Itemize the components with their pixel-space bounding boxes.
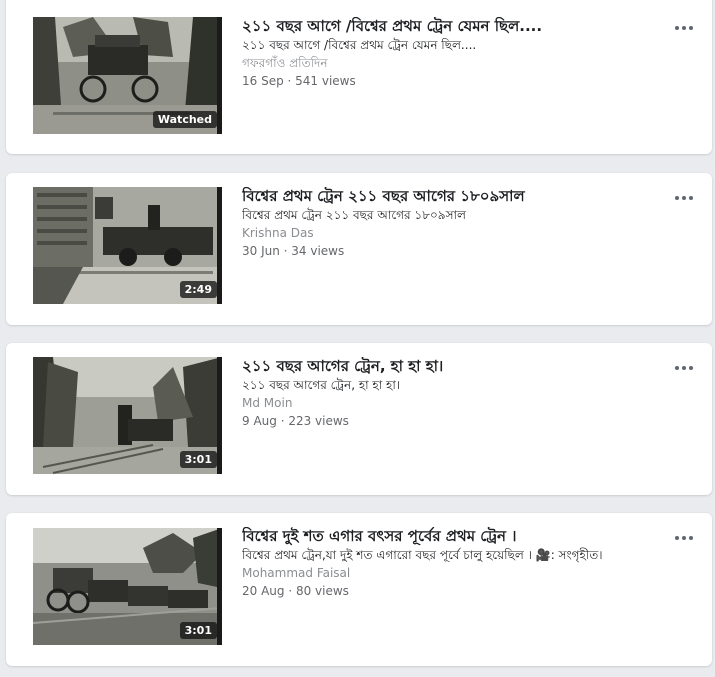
more-options-icon[interactable] — [672, 190, 696, 206]
video-card[interactable]: 3:01 ২১১ বছর আগের ট্রেন, হা হা হা। ২১১ ব… — [6, 343, 712, 495]
thumbnail-edge — [217, 357, 222, 474]
video-title[interactable]: বিশ্বের দুই শত এগার বৎসর পূর্বের প্রথম ট… — [242, 527, 672, 546]
video-author[interactable]: Md Moin — [242, 395, 672, 412]
video-card[interactable]: Watched ২১১ বছর আগে /বিশ্বের প্রথম ট্রেন… — [6, 0, 712, 154]
video-title[interactable]: ২১১ বছর আগের ট্রেন, হা হা হা। — [242, 357, 672, 376]
video-author[interactable]: গফরগাঁও প্রতিদিন — [242, 55, 672, 72]
video-info: ২১১ বছর আগে /বিশ্বের প্রথম ট্রেন যেমন ছি… — [242, 17, 672, 90]
video-card[interactable]: 2:49 বিশ্বের প্রথম ট্রেন ২১১ বছর আগের ১৮… — [6, 173, 712, 325]
video-meta: 30 Jun · 34 views — [242, 244, 345, 258]
thumbnail-edge — [217, 528, 222, 645]
video-description: ২১১ বছর আগে /বিশ্বের প্রথম ট্রেন যেমন ছি… — [242, 38, 477, 52]
video-description: বিশ্বের প্রথম ট্রেন ২১১ বছর আগের ১৮০৯সাল — [242, 208, 466, 222]
video-title[interactable]: বিশ্বের প্রথম ট্রেন ২১১ বছর আগের ১৮০৯সাল — [242, 187, 672, 206]
video-thumbnail[interactable]: Watched — [33, 17, 222, 134]
more-options-icon[interactable] — [672, 20, 696, 36]
thumbnail-edge — [217, 187, 222, 304]
more-options-icon[interactable] — [672, 530, 696, 546]
video-meta: 9 Aug · 223 views — [242, 414, 349, 428]
watched-badge: Watched — [152, 111, 217, 128]
duration-badge: 2:49 — [179, 281, 217, 298]
video-info: বিশ্বের প্রথম ট্রেন ২১১ বছর আগের ১৮০৯সাল… — [242, 187, 672, 260]
video-info: বিশ্বের দুই শত এগার বৎসর পূর্বের প্রথম ট… — [242, 527, 672, 600]
video-description: বিশ্বের প্রথম ট্রেন,যা দুই শত এগারো বছর … — [242, 548, 603, 562]
video-author[interactable]: Krishna Das — [242, 225, 672, 242]
video-description: ২১১ বছর আগের ট্রেন, হা হা হা। — [242, 378, 401, 392]
video-thumbnail[interactable]: 3:01 — [33, 357, 222, 474]
video-author[interactable]: Mohammad Faisal — [242, 565, 672, 582]
video-feed: Watched ২১১ বছর আগে /বিশ্বের প্রথম ট্রেন… — [0, 0, 715, 677]
video-card[interactable]: 3:01 বিশ্বের দুই শত এগার বৎসর পূর্বের প্… — [6, 513, 712, 666]
video-title[interactable]: ২১১ বছর আগে /বিশ্বের প্রথম ট্রেন যেমন ছি… — [242, 17, 672, 36]
video-info: ২১১ বছর আগের ট্রেন, হা হা হা। ২১১ বছর আগ… — [242, 357, 672, 430]
thumbnail-edge — [217, 17, 222, 134]
video-thumbnail[interactable]: 3:01 — [33, 528, 222, 645]
video-meta: 16 Sep · 541 views — [242, 74, 356, 88]
duration-badge: 3:01 — [179, 451, 217, 468]
duration-badge: 3:01 — [179, 622, 217, 639]
more-options-icon[interactable] — [672, 360, 696, 376]
video-meta: 20 Aug · 80 views — [242, 584, 349, 598]
video-thumbnail[interactable]: 2:49 — [33, 187, 222, 304]
